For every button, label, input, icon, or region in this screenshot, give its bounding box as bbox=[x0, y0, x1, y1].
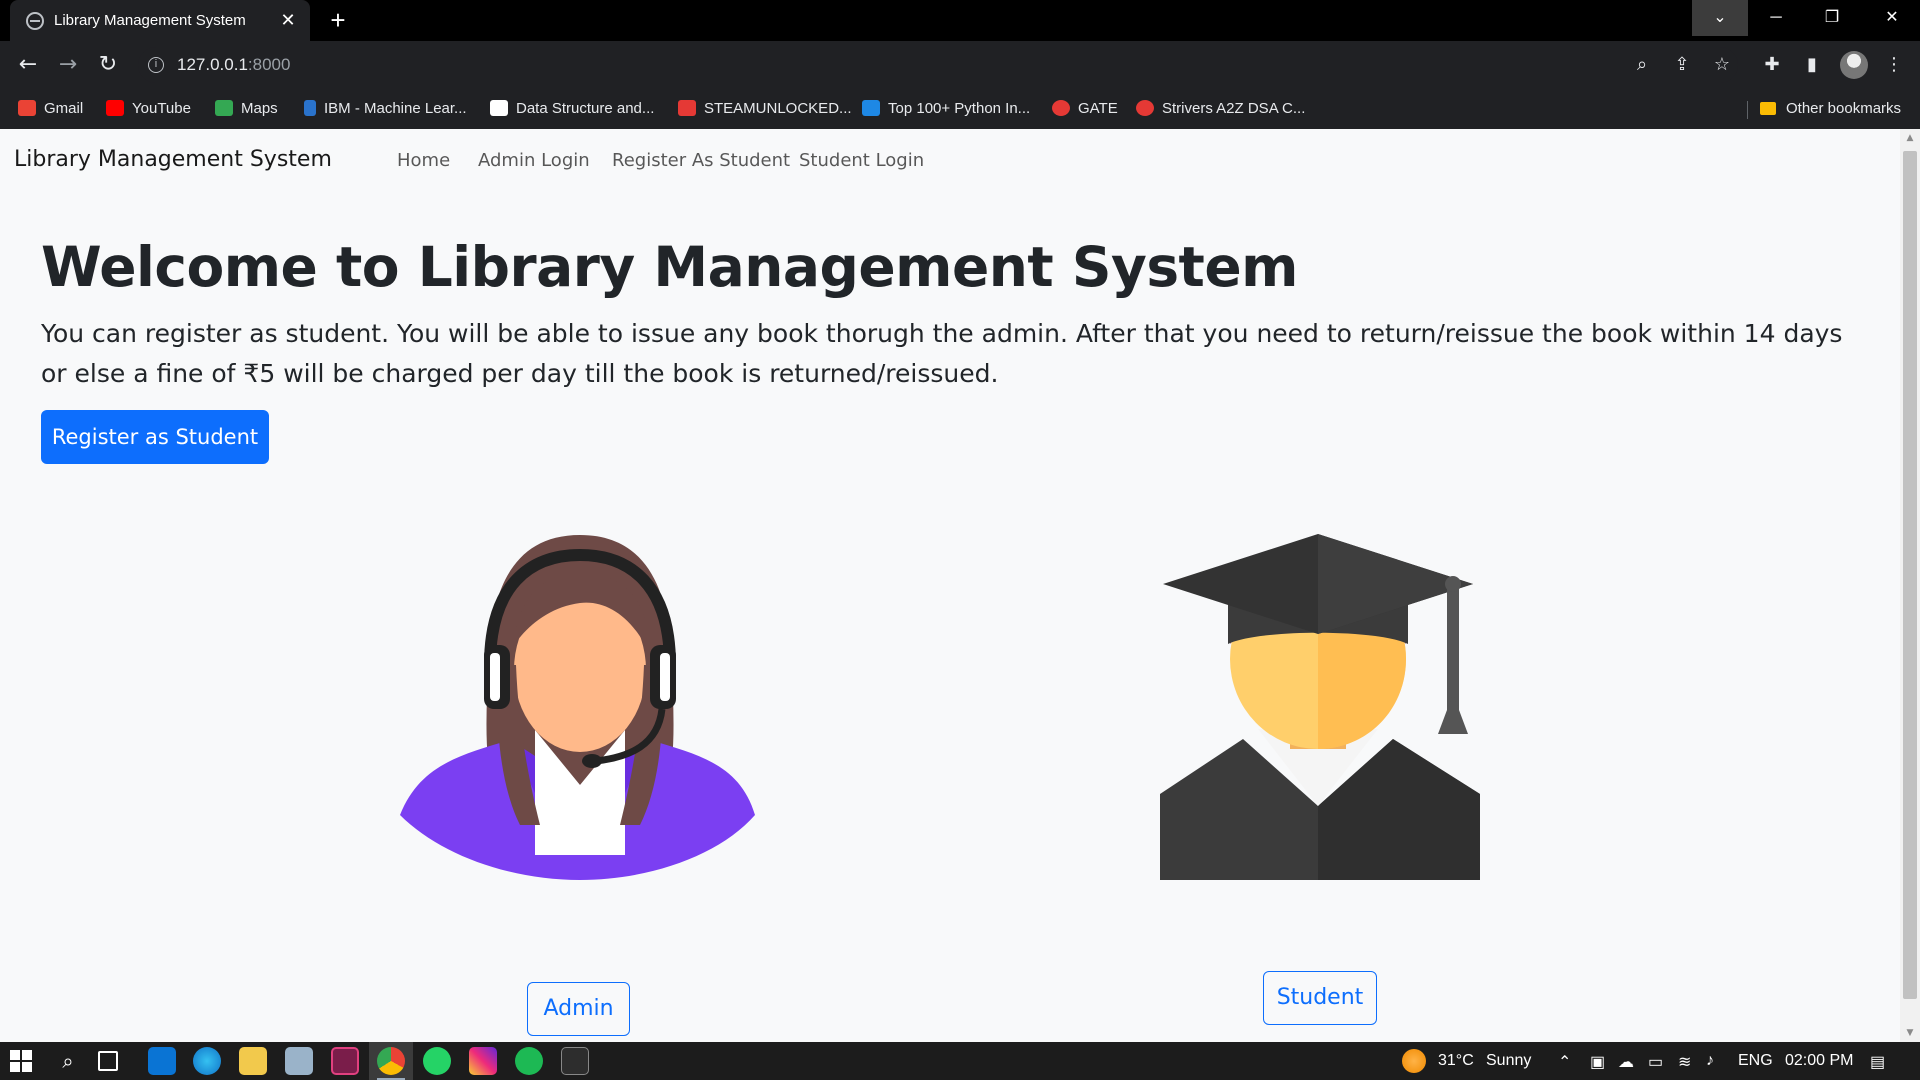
back-icon[interactable]: ← bbox=[14, 51, 42, 79]
new-tab-button[interactable]: + bbox=[324, 6, 352, 34]
battery-icon[interactable]: ▭ bbox=[1648, 1052, 1663, 1072]
folder-icon bbox=[1760, 102, 1776, 115]
spotify-icon[interactable] bbox=[515, 1047, 543, 1075]
other-bookmarks[interactable]: Other bookmarks bbox=[1760, 99, 1901, 119]
gate-icon bbox=[1052, 100, 1070, 116]
menu-icon[interactable]: ⋮ bbox=[1882, 53, 1906, 77]
browser-toolbar: ← → ↻ i 127.0.0.1:8000 ⌕ ⇪ ☆ ✚ ▮ ⋮ bbox=[0, 41, 1920, 89]
diamond-icon bbox=[490, 100, 508, 116]
student-avatar-illustration bbox=[1160, 534, 1480, 880]
register-student-button[interactable]: Register as Student bbox=[41, 410, 269, 464]
coursera-icon bbox=[304, 100, 316, 116]
close-tab-icon[interactable]: ✕ bbox=[276, 8, 300, 32]
whatsapp-icon[interactable] bbox=[423, 1047, 451, 1075]
clock-time[interactable]: 02:00 PM bbox=[1785, 1052, 1853, 1070]
bookmark-python[interactable]: Top 100+ Python In... bbox=[862, 99, 1030, 119]
photos-icon[interactable] bbox=[285, 1047, 313, 1075]
maps-icon bbox=[215, 100, 233, 116]
tab-strip: Library Management System ✕ + ⌄ ─ ❐ ✕ bbox=[0, 0, 1920, 41]
tab-title: Library Management System bbox=[54, 12, 246, 29]
windows-start-icon[interactable] bbox=[10, 1050, 32, 1072]
globe-icon bbox=[26, 12, 44, 30]
site-navbar: Library Management System Home Admin Log… bbox=[0, 129, 1900, 193]
bookmark-star-icon[interactable]: ☆ bbox=[1710, 53, 1734, 77]
meet-icon[interactable]: ▣ bbox=[1590, 1052, 1605, 1072]
profile-avatar[interactable] bbox=[1840, 51, 1868, 79]
minimize-icon[interactable]: ─ bbox=[1748, 0, 1804, 36]
bookmarks-bar: Gmail YouTube Maps IBM - Machine Lear...… bbox=[0, 89, 1920, 129]
bookmark-separator bbox=[1747, 101, 1748, 119]
bookmark-gate[interactable]: GATE bbox=[1052, 99, 1118, 119]
mail-icon[interactable] bbox=[148, 1047, 176, 1075]
bookmark-steamunlocked[interactable]: STEAMUNLOCKED... bbox=[678, 99, 852, 119]
onedrive-icon[interactable]: ☁ bbox=[1618, 1052, 1634, 1072]
page-title: Welcome to Library Management System bbox=[41, 235, 1298, 299]
edge-icon[interactable] bbox=[193, 1047, 221, 1075]
admin-button[interactable]: Admin bbox=[527, 982, 630, 1036]
vivaldi-icon[interactable] bbox=[331, 1047, 359, 1075]
file-explorer-icon[interactable] bbox=[239, 1047, 267, 1075]
site-info-icon[interactable]: i bbox=[148, 57, 164, 73]
restore-icon[interactable]: ❐ bbox=[1804, 0, 1860, 36]
bookmark-gmail[interactable]: Gmail bbox=[18, 99, 83, 119]
bookmark-maps[interactable]: Maps bbox=[215, 99, 278, 119]
bookmark-youtube[interactable]: YouTube bbox=[106, 99, 191, 119]
wifi-icon[interactable]: ≋ bbox=[1678, 1052, 1691, 1072]
nav-link-home[interactable]: Home bbox=[397, 150, 450, 171]
student-button[interactable]: Student bbox=[1263, 971, 1377, 1025]
nav-link-admin-login[interactable]: Admin Login bbox=[478, 150, 590, 171]
tuf-icon bbox=[1136, 100, 1154, 116]
youtube-icon bbox=[106, 100, 124, 116]
weather-text[interactable]: Sunny bbox=[1486, 1052, 1531, 1070]
tab-search-icon[interactable]: ⌄ bbox=[1692, 0, 1748, 36]
gmail-icon bbox=[18, 100, 36, 116]
windows-taskbar: ⌕ 31°C Sunny ⌃ ▣ ☁ ▭ ≋ ♪ ENG 02:00 PM ▤ bbox=[0, 1042, 1920, 1080]
weather-sun-icon bbox=[1402, 1049, 1426, 1073]
chrome-icon[interactable] bbox=[377, 1047, 405, 1075]
nav-link-register-student[interactable]: Register As Student bbox=[612, 150, 790, 171]
address-bar[interactable] bbox=[138, 47, 1738, 83]
terminal-icon[interactable] bbox=[561, 1047, 589, 1075]
nav-link-student-login[interactable]: Student Login bbox=[799, 150, 924, 171]
side-panel-icon[interactable]: ▮ bbox=[1800, 53, 1824, 77]
share-icon[interactable]: ⇪ bbox=[1670, 53, 1694, 77]
extensions-icon[interactable]: ✚ bbox=[1760, 53, 1784, 77]
url-text[interactable]: 127.0.0.1:8000 bbox=[177, 55, 290, 75]
navbar-brand[interactable]: Library Management System bbox=[14, 147, 332, 172]
browser-tab[interactable]: Library Management System ✕ bbox=[10, 0, 310, 41]
hero-description: You can register as student. You will be… bbox=[41, 319, 1843, 388]
window-close-icon[interactable]: ✕ bbox=[1864, 0, 1920, 36]
language-indicator[interactable]: ENG bbox=[1738, 1052, 1773, 1070]
weather-temp[interactable]: 31°C bbox=[1438, 1052, 1474, 1070]
scroll-down-arrow-icon[interactable]: ▼ bbox=[1905, 1028, 1915, 1038]
search-icon[interactable]: ⌕ bbox=[54, 1047, 82, 1075]
zoom-icon[interactable]: ⌕ bbox=[1630, 53, 1654, 77]
edureka-icon bbox=[862, 100, 880, 116]
task-view-icon[interactable] bbox=[98, 1051, 118, 1071]
volume-icon[interactable]: ♪ bbox=[1706, 1052, 1714, 1070]
reload-icon[interactable]: ↻ bbox=[94, 51, 122, 79]
bookmark-ibm[interactable]: IBM - Machine Lear... bbox=[304, 99, 467, 119]
scroll-up-arrow-icon[interactable]: ▲ bbox=[1905, 133, 1915, 143]
bookmark-strivers[interactable]: Strivers A2Z DSA C... bbox=[1136, 99, 1305, 119]
tray-chevron-icon[interactable]: ⌃ bbox=[1558, 1052, 1571, 1072]
admin-avatar-illustration bbox=[400, 535, 755, 880]
instagram-icon[interactable] bbox=[469, 1047, 497, 1075]
web-page: Library Management System Home Admin Log… bbox=[0, 129, 1900, 1042]
notifications-icon[interactable]: ▤ bbox=[1870, 1052, 1885, 1072]
bookmark-data-structure[interactable]: Data Structure and... bbox=[490, 99, 654, 119]
scroll-thumb[interactable] bbox=[1903, 151, 1917, 999]
forward-icon[interactable]: → bbox=[54, 51, 82, 79]
steam-icon bbox=[678, 100, 696, 116]
page-scrollbar[interactable]: ▲ ▼ bbox=[1900, 129, 1920, 1042]
